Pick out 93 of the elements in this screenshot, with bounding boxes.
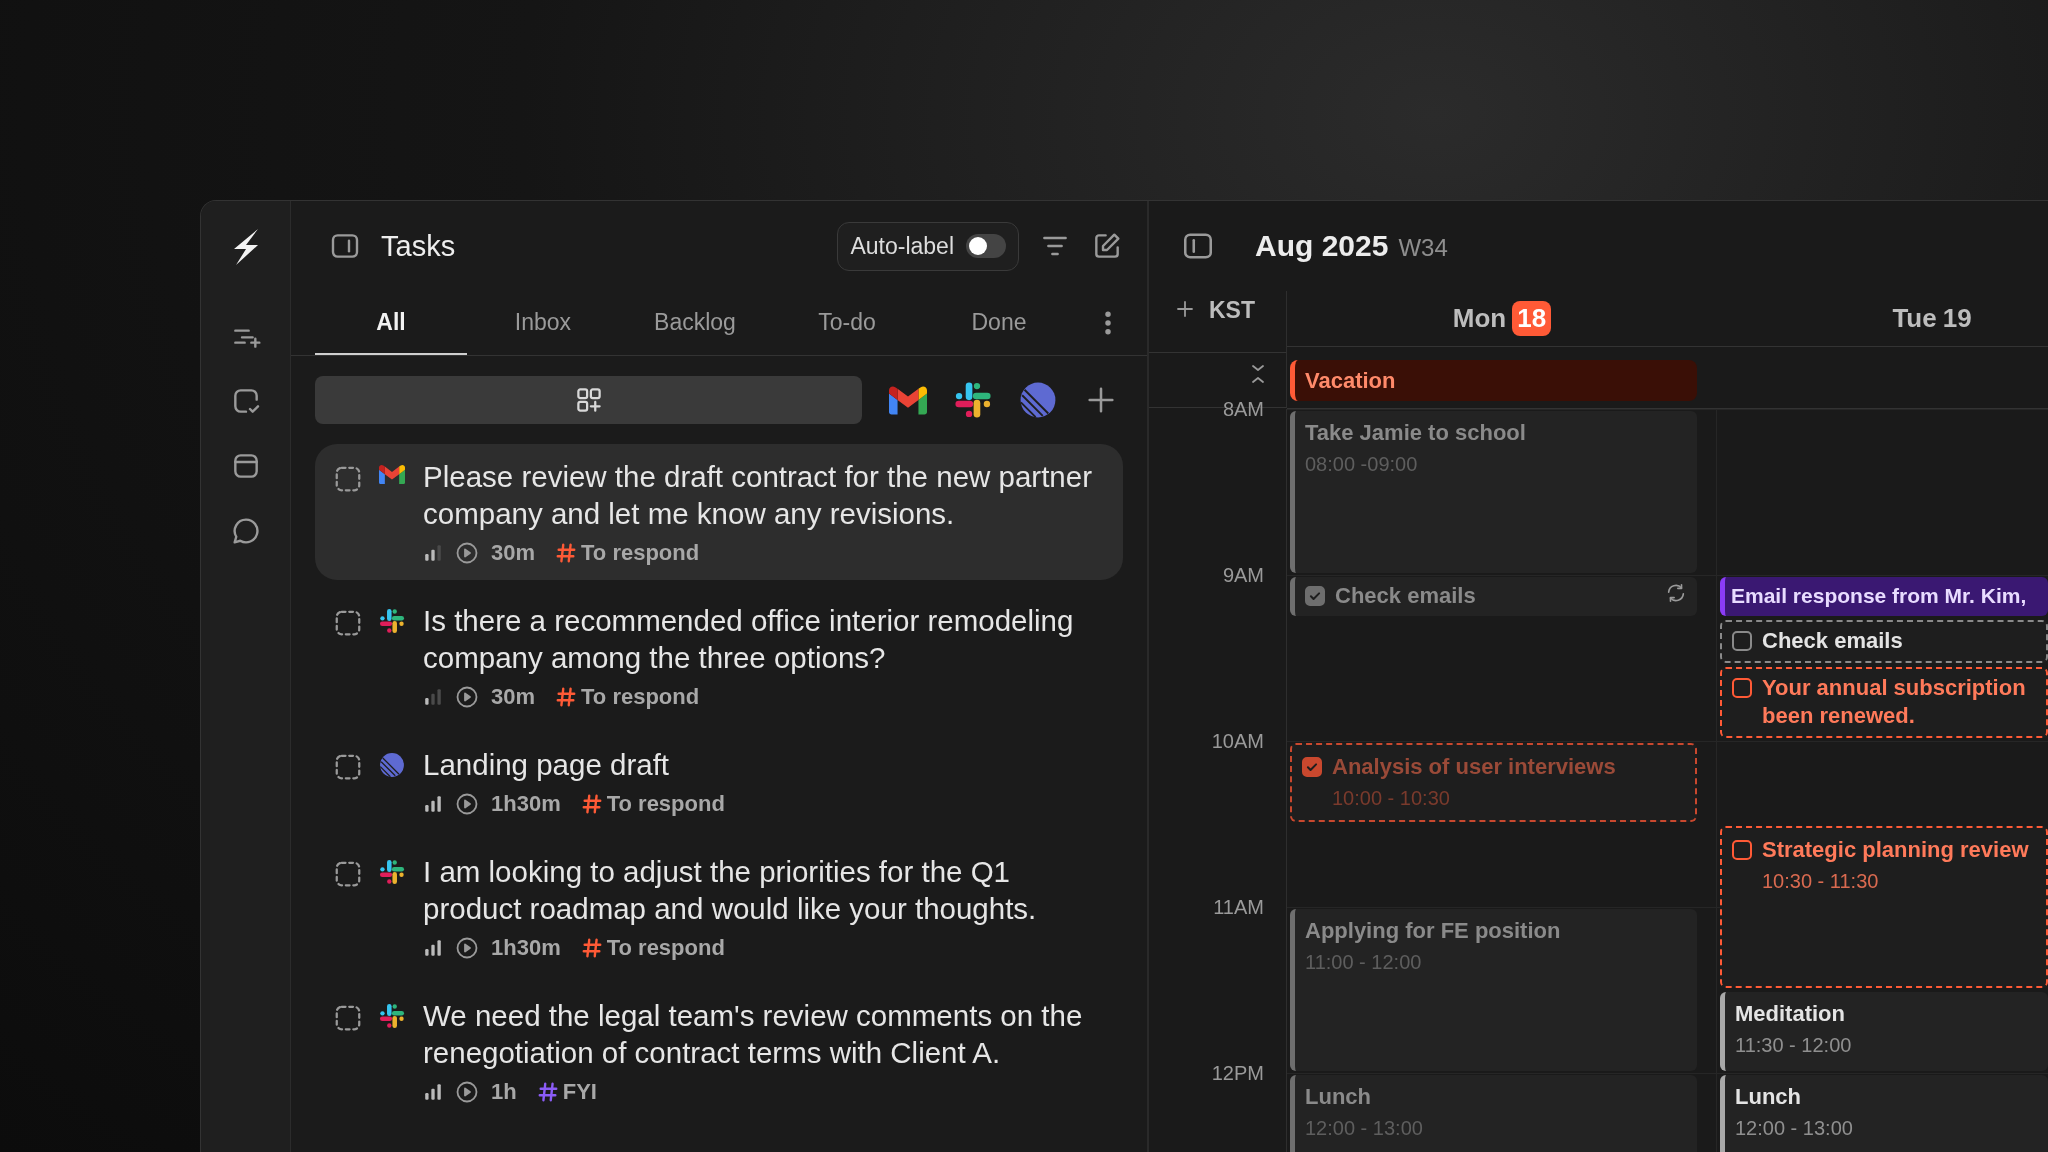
event-title: Analysis of user interviews: [1332, 753, 1617, 781]
play-circle-icon: [455, 685, 479, 709]
task-checkbox[interactable]: [333, 608, 363, 638]
filter-tab[interactable]: To-do: [771, 291, 923, 355]
task-card[interactable]: Is there a recommended office interior remodeling company among the three options? 30m To respond: [315, 588, 1123, 724]
hour-label: 9AM: [1222, 563, 1264, 587]
task-duration: 30m: [491, 540, 536, 566]
event-time: 08:00 -09:00: [1305, 453, 1419, 476]
timezone-label: KST: [1209, 297, 1255, 324]
striped-circle-icon: [379, 752, 405, 778]
event-time: 12:00 - 13:00: [1305, 1117, 1424, 1140]
calendar-event[interactable]: Meditation 11:30 - 12:00: [1720, 992, 2048, 1071]
event-title: Strategic planning review: [1762, 836, 2030, 864]
event-checkbox[interactable]: [1732, 631, 1752, 651]
week-number: W34: [1398, 234, 1448, 261]
event-title: Check emails: [1335, 582, 1477, 610]
task-title: We need the legal team's review comments on the renegotiation of contract terms with Client A.: [423, 998, 1084, 1071]
event-title: Email response from Mr. Kim,: [1731, 583, 2028, 609]
event-time: 10:00 - 10:30: [1332, 787, 1451, 810]
task-title: Landing page draft: [423, 747, 671, 783]
play-circle-icon: [455, 1080, 479, 1104]
pinwheel-logo-icon: [379, 608, 405, 634]
panel-title: Tasks: [381, 229, 457, 263]
task-title: I am looking to adjust the priorities for the Q1 product roadmap and would like your thoughts.: [423, 854, 1038, 927]
check-icon: [1305, 760, 1319, 774]
day-name: Tue: [1892, 303, 1937, 334]
hour-label: 10AM: [1211, 729, 1264, 753]
task-tag: To respond: [606, 791, 725, 817]
mail-logo-icon: [379, 464, 405, 485]
day-name: Mon: [1452, 303, 1507, 334]
hour-label: 12PM: [1211, 1061, 1264, 1085]
task-tag: FYI: [562, 1079, 597, 1105]
event-time: 11:00 - 12:00: [1305, 951, 1423, 974]
all-day-event[interactable]: Vacation: [1290, 360, 1697, 401]
event-checkbox[interactable]: [1305, 586, 1325, 606]
event-time: 11:30 - 12:00: [1735, 1034, 1853, 1057]
calendar-event[interactable]: Check emails: [1720, 620, 2048, 663]
hour-label: 8AM: [1222, 397, 1264, 421]
calendar-event[interactable]: Lunch 12:00 - 13:00: [1720, 1075, 2048, 1152]
pinwheel-logo-icon: [379, 1003, 405, 1029]
play-circle-icon: [455, 792, 479, 816]
calendar-event[interactable]: Email response from Mr. Kim,: [1720, 577, 2048, 616]
event-title: Applying for FE position: [1305, 917, 1562, 945]
task-card[interactable]: We need the legal team's review comments on the renegotiation of contract terms with Client A. 1h FYI: [315, 983, 1123, 1119]
play-circle-icon: [455, 541, 479, 565]
filter-tab[interactable]: All: [315, 291, 467, 355]
play-circle-icon: [455, 936, 479, 960]
calendar-event[interactable]: Applying for FE position 11:00 - 12:00: [1290, 909, 1697, 1071]
mail-logo-icon[interactable]: [889, 385, 927, 415]
event-checkbox[interactable]: [1732, 678, 1752, 698]
task-tag: To respond: [581, 540, 700, 566]
day-date: 19: [1942, 303, 1972, 334]
task-tag: To respond: [606, 935, 725, 961]
event-title: Lunch: [1305, 1083, 1372, 1111]
task-checkbox[interactable]: [333, 1003, 363, 1033]
event-time: 10:30 - 11:30: [1762, 870, 1880, 893]
auto-label-toggle[interactable]: Auto-label: [837, 221, 1019, 271]
striped-circle-icon[interactable]: [1019, 381, 1057, 419]
pinwheel-logo-icon: [379, 859, 405, 885]
event-time: 12:00 - 13:00: [1735, 1117, 1854, 1140]
event-checkbox[interactable]: [1302, 757, 1322, 777]
calendar-event[interactable]: Lunch 12:00 - 13:00: [1290, 1075, 1697, 1152]
filter-tab[interactable]: Inbox: [467, 291, 619, 355]
event-title: Your annual subscription been renewed.: [1762, 674, 2027, 730]
day-date: 18: [1512, 301, 1552, 336]
task-card[interactable]: Landing page draft 1h30m To respond: [315, 732, 1123, 831]
hour-label: 11AM: [1213, 895, 1264, 919]
task-title: Is there a recommended office interior remodeling company among the three options?: [423, 603, 1075, 676]
task-card[interactable]: Please review the draft contract for the new partner company and let me know any revisions. 30m To respond: [315, 444, 1123, 580]
task-duration: 30m: [491, 684, 536, 710]
task-title: Please review the draft contract for the new partner company and let me know any revisions.: [423, 459, 1093, 532]
task-duration: 1h30m: [491, 791, 561, 817]
pinwheel-logo-icon[interactable]: [954, 381, 992, 419]
task-tag: To respond: [581, 684, 700, 710]
task-card[interactable]: I am looking to adjust the priorities for the Q1 product roadmap and would like your thoughts. 1h30m To respond: [315, 839, 1123, 975]
task-checkbox[interactable]: [333, 464, 363, 494]
task-duration: 1h: [491, 1079, 517, 1105]
filter-tab[interactable]: Done: [923, 291, 1075, 355]
task-duration: 1h30m: [491, 935, 561, 961]
event-title: Lunch: [1735, 1083, 1802, 1111]
calendar-month: Aug 2025: [1255, 229, 1389, 262]
calendar-event[interactable]: Check emails: [1290, 577, 1697, 616]
calendar-event[interactable]: Strategic planning review 10:30 - 11:30: [1720, 826, 2048, 988]
event-title: Check emails: [1762, 627, 1904, 655]
event-checkbox[interactable]: [1732, 840, 1752, 860]
filter-tab[interactable]: Backlog: [619, 291, 771, 355]
event-title: Take Jamie to school: [1305, 419, 1527, 447]
event-title: Meditation: [1735, 1000, 1846, 1028]
calendar-event[interactable]: Your annual subscription been renewed.: [1720, 667, 2048, 738]
check-icon: [1308, 589, 1322, 603]
calendar-event[interactable]: Take Jamie to school 08:00 -09:00: [1290, 411, 1697, 573]
task-checkbox[interactable]: [333, 859, 363, 889]
task-checkbox[interactable]: [333, 752, 363, 782]
